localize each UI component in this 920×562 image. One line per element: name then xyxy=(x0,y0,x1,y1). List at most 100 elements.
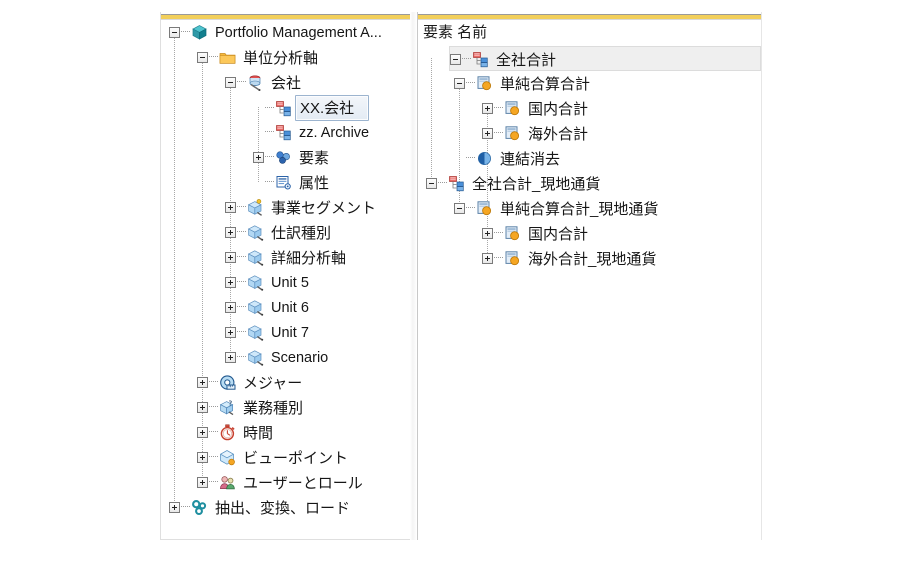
expand-node-icon[interactable] xyxy=(197,452,208,463)
tree-connector-line xyxy=(181,31,190,32)
expand-node-icon[interactable] xyxy=(225,227,236,238)
tree-node-label: メジャー xyxy=(243,375,303,392)
expand-node-icon[interactable] xyxy=(197,402,208,413)
collapse-node-icon[interactable] xyxy=(426,178,437,189)
tree-connector-line xyxy=(209,456,218,457)
tree-node-label: ビューポイント xyxy=(243,450,349,467)
panel-splitter[interactable] xyxy=(410,12,417,540)
tree-node-label: zz. Archive xyxy=(299,124,370,141)
tree-node-label: 会社 xyxy=(271,75,302,92)
tree-connector-line xyxy=(237,81,246,82)
tree-node-label: 海外合計 xyxy=(528,126,589,143)
elements-blue-icon xyxy=(275,149,292,166)
tree-node[interactable]: メジャー xyxy=(161,370,414,395)
collapse-node-icon[interactable] xyxy=(169,27,180,38)
expand-node-icon[interactable] xyxy=(482,128,493,139)
cube-question-icon: ? xyxy=(219,399,236,416)
expand-node-icon[interactable] xyxy=(482,253,493,264)
tree-node[interactable]: Unit 5 xyxy=(161,270,414,295)
expand-node-icon[interactable] xyxy=(197,477,208,488)
cube-blue-key-icon xyxy=(247,199,264,216)
tree-connector-line xyxy=(466,207,475,208)
expand-node-icon[interactable] xyxy=(482,103,493,114)
tree-node[interactable]: 単純合算合計_現地通貨 xyxy=(418,196,761,221)
tree-connector-line xyxy=(237,206,246,207)
tree-node[interactable]: 要素 xyxy=(161,145,414,170)
expand-node-icon[interactable] xyxy=(225,277,236,288)
expand-node-icon[interactable] xyxy=(225,202,236,213)
tree-node[interactable]: zz. Archive xyxy=(161,120,414,145)
element-orange-icon xyxy=(504,225,521,242)
expand-node-icon[interactable] xyxy=(197,427,208,438)
collapse-node-icon[interactable] xyxy=(225,77,236,88)
expand-node-icon[interactable] xyxy=(225,352,236,363)
collapse-node-icon[interactable] xyxy=(450,54,461,65)
tree-node[interactable]: 国内合計 xyxy=(418,96,761,121)
tree-node-label: 時間 xyxy=(243,425,274,442)
tree-node-label: 国内合計 xyxy=(528,226,589,243)
expand-node-icon[interactable] xyxy=(225,327,236,338)
tree-node-label: 国内合計 xyxy=(528,101,589,118)
expand-node-icon[interactable] xyxy=(197,377,208,388)
tree-expander-placeholder xyxy=(253,103,264,114)
tree-node[interactable]: ユーザーとロール xyxy=(161,470,414,495)
expand-node-icon[interactable] xyxy=(225,302,236,313)
collapse-node-icon[interactable] xyxy=(454,78,465,89)
element-orange-icon xyxy=(504,250,521,267)
tree-node[interactable]: 属性 xyxy=(161,170,414,195)
tree-node[interactable]: Unit 6 xyxy=(161,295,414,320)
tree-node[interactable]: Scenario xyxy=(161,345,414,370)
tree-node[interactable]: 全社合計_現地通貨 xyxy=(418,171,761,196)
tree-node[interactable]: 時間 xyxy=(161,420,414,445)
panel-top-accent-bar xyxy=(161,12,414,20)
collapse-node-icon[interactable] xyxy=(454,203,465,214)
cube-blue-icon xyxy=(247,349,264,366)
tree-node[interactable]: ビューポイント xyxy=(161,445,414,470)
tree-node[interactable]: ? 業務種別 xyxy=(161,395,414,420)
element-name-tree[interactable]: 要素 名前 全社合計 単純合算合計 国内合計 海外合計 連結消去 全社合計_現地… xyxy=(418,20,761,540)
tree-node[interactable]: Unit 7 xyxy=(161,320,414,345)
expand-node-icon[interactable] xyxy=(169,502,180,513)
tree-node[interactable]: 会社 xyxy=(161,70,414,95)
tree-connector-line xyxy=(237,306,246,307)
tree-node[interactable]: XX.会社 xyxy=(161,95,414,121)
cube-blue-icon xyxy=(247,249,264,266)
element-orange-icon xyxy=(504,100,521,117)
tree-node[interactable]: Portfolio Management A... xyxy=(161,20,414,45)
tree-connector-line xyxy=(466,157,475,158)
tree-node[interactable]: 仕訳種別 xyxy=(161,220,414,245)
tree-connector-line xyxy=(209,56,218,57)
tree-connector-line xyxy=(209,381,218,382)
element-column-header: 要素 名前 xyxy=(423,24,488,41)
expand-node-icon[interactable] xyxy=(482,228,493,239)
tree-node[interactable]: 連結消去 xyxy=(418,146,761,171)
tree-node[interactable]: 海外合計_現地通貨 xyxy=(418,246,761,271)
model-structure-tree[interactable]: Portfolio Management A... 単位分析軸 会社 XX.会社… xyxy=(161,20,414,539)
expand-node-icon[interactable] xyxy=(253,152,264,163)
tree-node[interactable]: 国内合計 xyxy=(418,221,761,246)
tree-node[interactable]: 全社合計 xyxy=(449,46,761,71)
expand-node-icon[interactable] xyxy=(225,252,236,263)
tree-expander-placeholder xyxy=(454,153,465,164)
tree-node[interactable]: 抽出、変換、ロード xyxy=(161,495,414,520)
tree-node[interactable]: 単純合算合計 xyxy=(418,71,761,96)
cube-blue-icon xyxy=(247,274,264,291)
tree-node[interactable]: 事業セグメント xyxy=(161,195,414,220)
collapse-node-icon[interactable] xyxy=(197,52,208,63)
tree-node[interactable]: 詳細分析軸 xyxy=(161,245,414,270)
tree-node[interactable]: 海外合計 xyxy=(418,121,761,146)
tree-node[interactable]: 単位分析軸 xyxy=(161,45,414,70)
tree-node-label: Scenario xyxy=(271,349,329,366)
